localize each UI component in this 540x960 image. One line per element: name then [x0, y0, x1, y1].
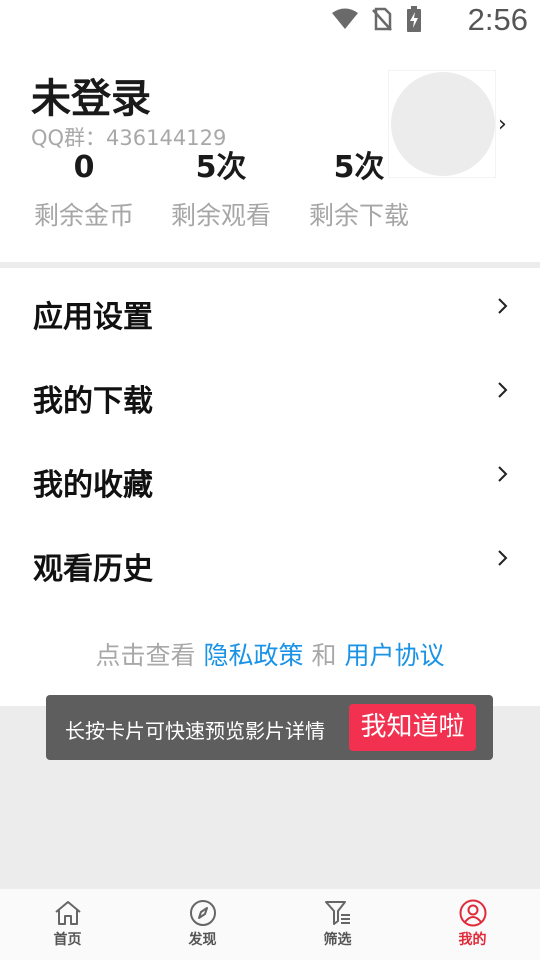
menu-item-label: 应用设置	[33, 300, 153, 335]
tab-discover[interactable]: 发现	[135, 889, 270, 960]
policy-and: 和	[311, 641, 337, 670]
wifi-icon	[332, 8, 358, 30]
stat-label: 剩余观看	[170, 201, 271, 230]
no-sim-icon	[372, 7, 392, 31]
qq-group: QQ群：436144129	[31, 126, 227, 150]
policy-prefix: 点击查看	[95, 641, 196, 670]
status-bar: 2:56	[0, 0, 540, 46]
toast-message: 长按卡片可快速预览影片详情	[65, 719, 325, 743]
username[interactable]: 未登录	[31, 66, 151, 124]
stat-value: 5次	[195, 150, 247, 185]
chevron-right-icon	[498, 382, 508, 398]
stat-coins: 0 剩余金币	[29, 150, 139, 232]
menu-item-label: 我的收藏	[33, 468, 153, 503]
stat-label: 剩余金币	[33, 201, 134, 230]
tab-label: 筛选	[323, 932, 352, 948]
tab-mine[interactable]: 我的	[405, 889, 540, 960]
toast-dismiss-button[interactable]: 我知道啦	[349, 704, 476, 751]
policy-line: 点击查看 隐私政策 和 用户协议	[0, 636, 540, 672]
menu-item-my-favorites[interactable]: 我的收藏	[0, 436, 540, 520]
tab-filter[interactable]: 筛选	[270, 889, 405, 960]
chevron-right-icon	[498, 550, 508, 566]
user-agreement-link[interactable]: 用户协议	[344, 641, 444, 670]
menu-item-app-settings[interactable]: 应用设置	[0, 268, 540, 352]
chevron-right-icon[interactable]: ›	[498, 112, 507, 137]
bottom-tab-bar: 首页 发现 筛选 我的	[0, 888, 540, 960]
user-icon	[459, 899, 486, 927]
stat-label: 剩余下载	[308, 201, 409, 230]
filter-icon	[324, 901, 350, 925]
profile-header[interactable]: 未登录 QQ群：436144129 › 0 剩余金币 5次 剩余观看 5次 剩余…	[0, 46, 540, 262]
menu-item-watch-history[interactable]: 观看历史	[0, 520, 540, 604]
menu-item-label: 我的下载	[33, 384, 153, 419]
chevron-right-icon	[498, 298, 508, 314]
tab-label: 发现	[188, 932, 217, 948]
tab-label: 我的	[458, 932, 487, 948]
menu-item-my-downloads[interactable]: 我的下载	[0, 352, 540, 436]
screen: 2:56 未登录 QQ群：436144129 › 0 剩余金币 5次 剩余观看 …	[0, 0, 540, 960]
tab-label: 首页	[53, 932, 82, 948]
stat-value: 5次	[333, 150, 385, 185]
chevron-right-icon	[498, 466, 508, 482]
battery-charging-icon	[406, 6, 422, 32]
status-time: 2:56	[467, 2, 528, 37]
tab-home[interactable]: 首页	[0, 889, 135, 960]
stat-downloads: 5次 剩余下载	[304, 150, 414, 232]
settings-menu: 应用设置 我的下载 我的收藏 观看历史	[0, 268, 540, 604]
stat-value: 0	[73, 150, 95, 185]
tip-toast: 长按卡片可快速预览影片详情 我知道啦	[46, 695, 493, 760]
compass-icon	[189, 900, 216, 926]
home-icon	[54, 901, 81, 925]
menu-item-label: 观看历史	[33, 552, 153, 587]
status-icons	[332, 6, 422, 32]
stat-views: 5次 剩余观看	[166, 150, 276, 232]
privacy-policy-link[interactable]: 隐私政策	[204, 641, 304, 670]
